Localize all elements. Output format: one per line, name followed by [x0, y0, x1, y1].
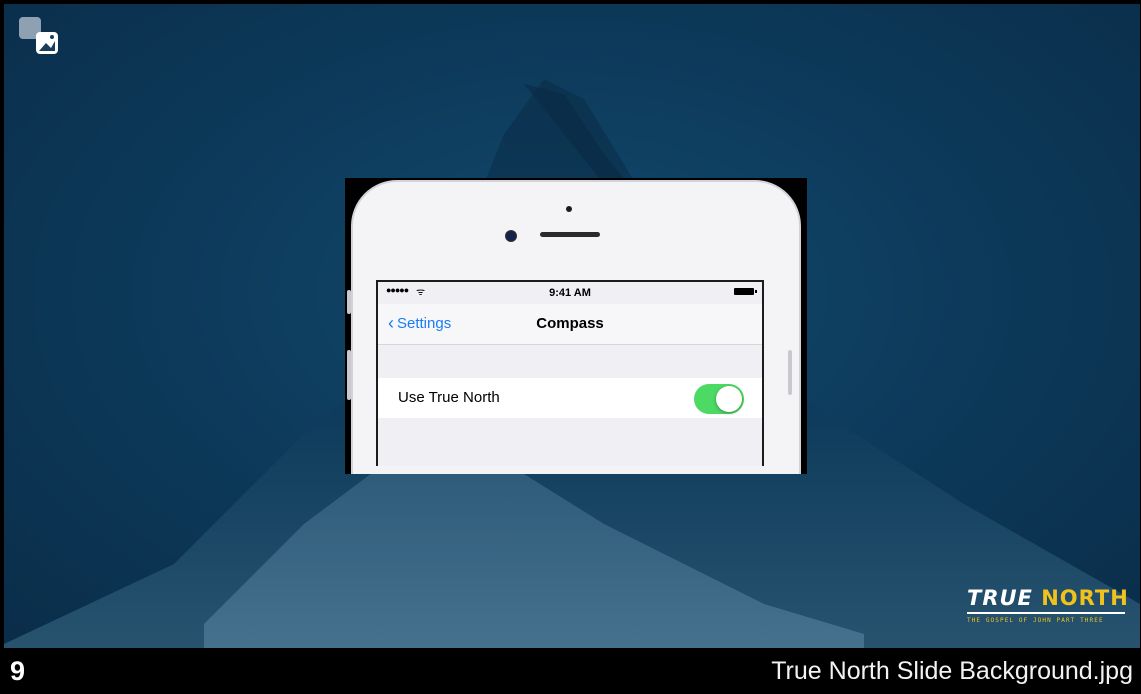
setting-row-label: Use True North: [398, 389, 500, 406]
status-bar: ●●●●● ᯤ 9:41 AM: [378, 282, 762, 304]
proximity-sensor: [566, 206, 572, 212]
logo-divider: [967, 612, 1125, 614]
nav-title: Compass: [536, 315, 604, 332]
phone-side-button: [347, 290, 351, 314]
logo-title: TRUE NORTH: [967, 586, 1129, 610]
battery-icon: [734, 288, 757, 295]
logo-word-north: NORTH: [1041, 586, 1129, 610]
setting-row: Use True North: [378, 378, 762, 418]
phone-side-button: [347, 350, 351, 400]
true-north-toggle[interactable]: [694, 384, 744, 414]
series-logo: TRUE NORTH THE GOSPEL OF JOHN PART THREE: [967, 586, 1129, 624]
toggle-knob: [716, 386, 742, 412]
slide-number: 9: [10, 656, 26, 686]
slide-file-name: True North Slide Background.jpg: [771, 657, 1133, 685]
earpiece-speaker: [540, 232, 600, 237]
front-camera-icon: [505, 230, 517, 242]
phone-side-button: [788, 350, 792, 395]
phone-screen: ●●●●● ᯤ 9:41 AM ‹ Settings Compass Use T…: [376, 280, 764, 466]
logo-word-true: TRUE: [967, 586, 1033, 610]
navigation-bar: ‹ Settings Compass: [378, 304, 762, 345]
picture-icon: [19, 17, 58, 54]
slide-footer: 9 True North Slide Background.jpg: [0, 648, 1141, 694]
logo-subtitle: THE GOSPEL OF JOHN PART THREE: [967, 617, 1104, 624]
status-time: 9:41 AM: [549, 287, 591, 299]
